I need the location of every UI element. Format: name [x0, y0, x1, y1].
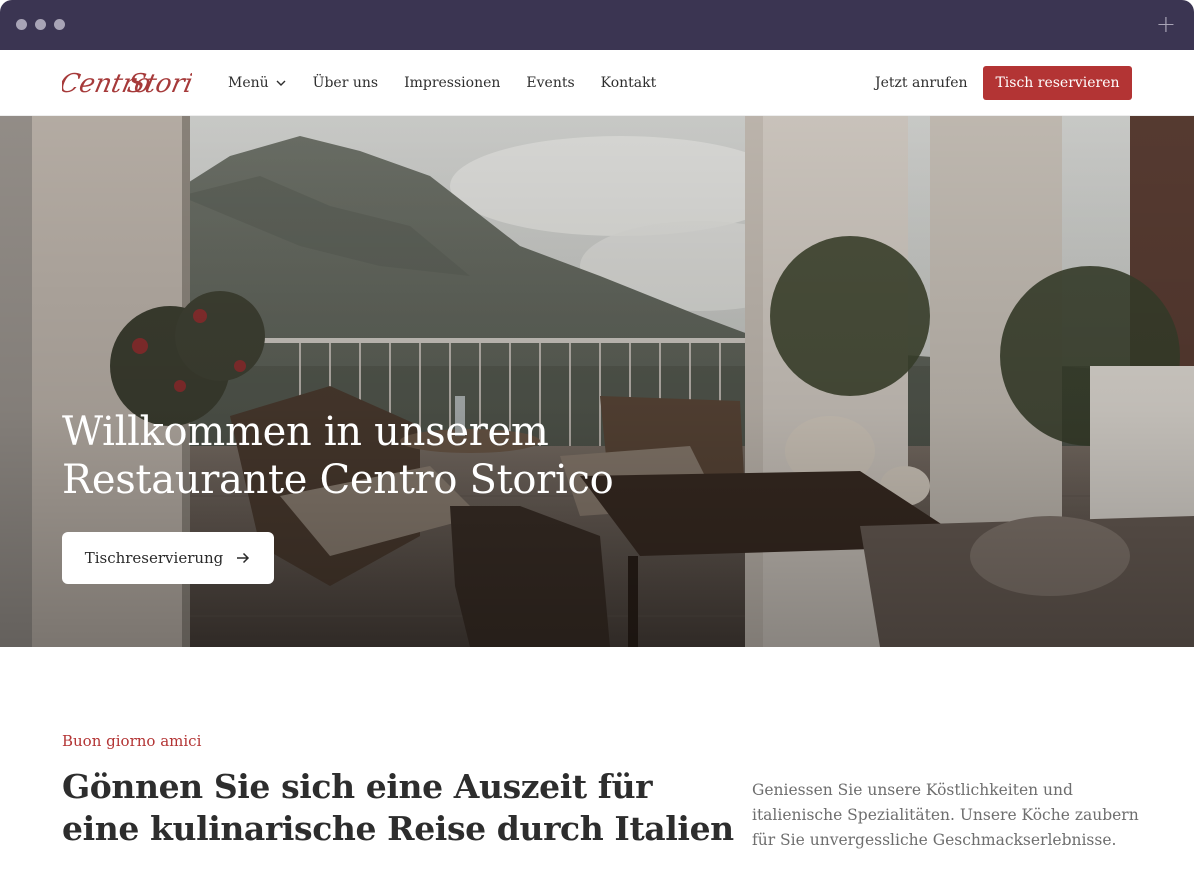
intro-headline-line-1: Gönnen Sie sich eine Auszeit für — [62, 767, 653, 806]
hero-title-line-1: Willkommen in unserem — [62, 409, 549, 455]
site-logo[interactable]: Centro Storico — [57, 64, 226, 104]
plus-icon[interactable]: + — [1156, 10, 1176, 38]
nav-item-about[interactable]: Über uns — [313, 75, 378, 91]
nav-item-label: Menü — [228, 75, 269, 91]
window-dot-maximize[interactable] — [54, 19, 65, 30]
intro-headline: Gönnen Sie sich eine Auszeit für eine ku… — [62, 766, 734, 850]
nav-item-events[interactable]: Events — [526, 75, 574, 91]
main-nav: Menü Über uns Impressionen Events Kontak… — [228, 50, 656, 116]
hero-title-line-2: Restaurante Centro Storico — [62, 457, 614, 503]
nav-item-contact[interactable]: Kontakt — [601, 75, 657, 91]
intro-text-line-2: italienische Spezialitäten. Unsere Köche… — [752, 806, 1139, 824]
nav-item-label: Kontakt — [600, 75, 657, 91]
logo-text-2: Storico — [125, 69, 192, 99]
window-dot-close[interactable] — [16, 19, 27, 30]
window-controls — [16, 19, 65, 30]
hero-title: Willkommen in unserem Restaurante Centro… — [62, 408, 682, 504]
window-dot-minimize[interactable] — [35, 19, 46, 30]
browser-chrome: + — [0, 0, 1194, 50]
intro-text-line-1: Geniessen Sie unsere Köstlichkeiten und — [752, 781, 1073, 799]
table-reservation-button[interactable]: Tischreservierung — [62, 532, 274, 584]
nav-item-label: Impressionen — [404, 75, 501, 91]
intro-text-line-3: für Sie unvergessliche Geschmackserlebni… — [752, 831, 1117, 849]
nav-item-label: Über uns — [312, 75, 379, 91]
hero-button-label: Tischreservierung — [84, 549, 224, 567]
reserve-table-button[interactable]: Tisch reservieren — [983, 66, 1132, 100]
site-header: Centro Storico Menü Über uns Impressione… — [0, 50, 1194, 116]
nav-item-menu[interactable]: Menü — [228, 75, 287, 91]
intro-eyebrow: Buon giorno amici — [62, 732, 202, 750]
arrow-right-icon — [237, 552, 250, 564]
chevron-down-icon — [276, 80, 286, 86]
nav-item-label: Events — [526, 75, 575, 91]
intro-headline-line-2: eine kulinarische Reise durch Italien — [62, 809, 734, 848]
nav-item-impressions[interactable]: Impressionen — [404, 75, 500, 91]
hero-section: Willkommen in unserem Restaurante Centro… — [0, 116, 1194, 647]
call-link[interactable]: Jetzt anrufen — [875, 50, 968, 116]
intro-text: Geniessen Sie unsere Köstlichkeiten und … — [752, 778, 1152, 853]
